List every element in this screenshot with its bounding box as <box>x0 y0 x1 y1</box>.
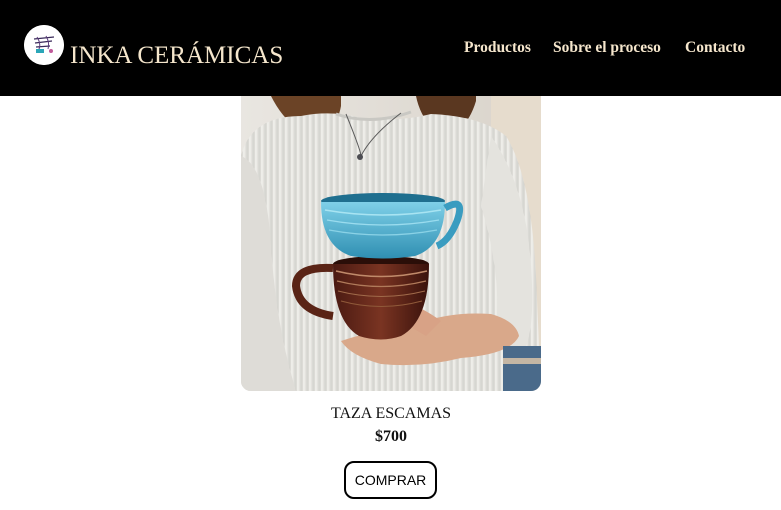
site-header: INKA CERÁMICAS Productos Sobre el proces… <box>0 0 781 96</box>
nav-item-productos[interactable]: Productos <box>464 36 531 60</box>
main-nav: Productos Sobre el proceso Contacto <box>0 36 781 60</box>
buy-button[interactable]: COMPRAR <box>344 461 437 499</box>
nav-item-contacto[interactable]: Contacto <box>685 36 745 60</box>
product-image[interactable] <box>241 96 541 391</box>
product-price: $700 <box>375 428 407 445</box>
product-name: TAZA ESCAMAS <box>330 405 452 422</box>
nav-item-sobre-el-proceso[interactable]: Sobre el proceso <box>553 36 661 60</box>
